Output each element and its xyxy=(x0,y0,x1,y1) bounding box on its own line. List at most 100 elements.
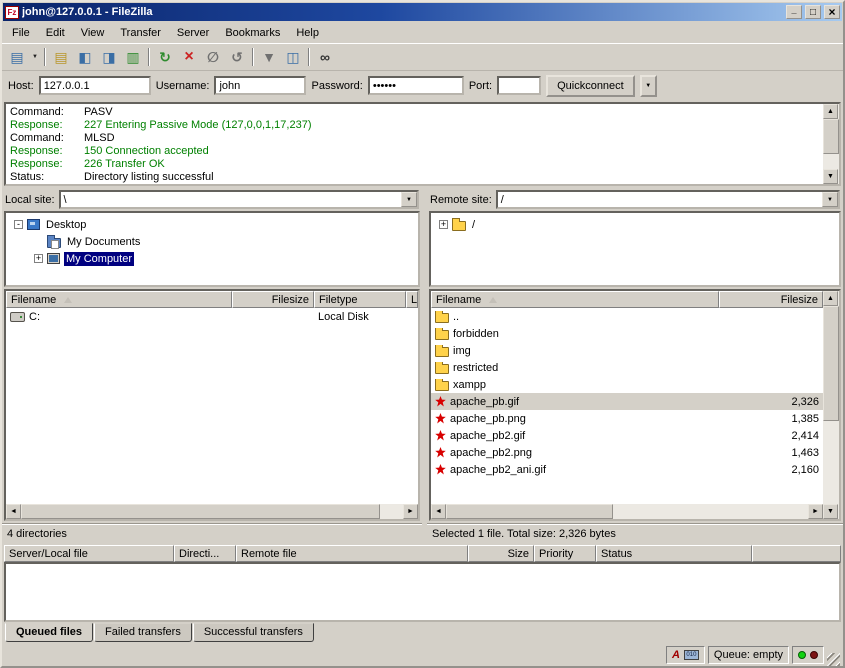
local-list-body[interactable]: C: Local Disk xyxy=(6,308,418,504)
column-filename[interactable]: Filename xyxy=(431,291,719,308)
toggle-log-icon[interactable]: ▤ xyxy=(49,46,73,68)
collapse-icon[interactable] xyxy=(14,220,23,229)
remote-file-row[interactable]: .. xyxy=(431,308,823,325)
remote-file-row[interactable]: img xyxy=(431,342,823,359)
remote-file-row[interactable]: apache_pb2.png 1,463 xyxy=(431,444,823,461)
scroll-thumb[interactable] xyxy=(21,504,380,519)
tab-failed-transfers[interactable]: Failed transfers xyxy=(94,623,192,642)
remote-tree[interactable]: / xyxy=(429,211,841,287)
tab-queued-files[interactable]: Queued files xyxy=(5,623,93,642)
stop-icon[interactable]: × xyxy=(177,46,201,68)
column-direction[interactable]: Directi... xyxy=(174,545,236,562)
toggle-local-tree-icon[interactable]: ◧ xyxy=(73,46,97,68)
column-priority[interactable]: Priority xyxy=(534,545,596,562)
host-input[interactable] xyxy=(39,76,151,95)
tree-item-my-documents[interactable]: My Documents xyxy=(8,233,416,250)
column-filetype[interactable]: Filetype xyxy=(314,291,406,308)
scroll-track[interactable] xyxy=(446,504,808,519)
tree-item-label[interactable]: / xyxy=(470,218,477,232)
remote-list-body[interactable]: .. forbidden img restricted xyxy=(431,308,823,504)
tab-successful-transfers[interactable]: Successful transfers xyxy=(193,623,314,642)
log-line: Command: MLSD xyxy=(10,132,821,145)
scroll-up-icon[interactable]: ▲ xyxy=(823,291,838,306)
remote-site-combobox[interactable]: / ▼ xyxy=(496,190,840,209)
tree-item-desktop[interactable]: Desktop xyxy=(8,216,416,233)
local-tree[interactable]: Desktop My Documents My Computer xyxy=(4,211,420,287)
maximize-button[interactable] xyxy=(805,5,821,19)
site-manager-icon[interactable]: ▤ xyxy=(5,46,29,68)
queue-body[interactable] xyxy=(4,562,841,622)
local-site-combobox[interactable]: \ ▼ xyxy=(59,190,419,209)
scroll-thumb[interactable] xyxy=(446,504,613,519)
quickconnect-dropdown-icon[interactable]: ▼ xyxy=(640,75,657,97)
local-file-row[interactable]: C: Local Disk xyxy=(6,308,418,325)
scroll-thumb[interactable] xyxy=(823,306,839,421)
scroll-right-icon[interactable]: ► xyxy=(403,504,418,519)
minimize-button[interactable] xyxy=(786,5,802,19)
scroll-down-icon[interactable]: ▼ xyxy=(823,169,838,184)
tree-item-label[interactable]: My Documents xyxy=(65,235,142,249)
scroll-up-icon[interactable]: ▲ xyxy=(823,104,838,119)
scroll-left-icon[interactable]: ◄ xyxy=(431,504,446,519)
scroll-track[interactable] xyxy=(823,306,839,504)
compare-icon[interactable]: ◫ xyxy=(281,46,305,68)
tree-item-my-computer[interactable]: My Computer xyxy=(8,250,416,267)
scroll-thumb[interactable] xyxy=(823,119,839,154)
menu-help[interactable]: Help xyxy=(288,24,327,42)
menu-server[interactable]: Server xyxy=(169,24,217,42)
menu-transfer[interactable]: Transfer xyxy=(112,24,169,42)
quickconnect-button[interactable]: Quickconnect xyxy=(546,75,635,97)
remote-hscrollbar[interactable]: ◄ ► xyxy=(431,504,823,519)
expand-icon[interactable] xyxy=(439,220,448,229)
remote-file-row-selected[interactable]: apache_pb.gif 2,326 xyxy=(431,393,823,410)
close-button[interactable] xyxy=(824,5,840,19)
menu-view[interactable]: View xyxy=(73,24,113,42)
remote-vscrollbar[interactable]: ▲ ▼ xyxy=(823,291,839,519)
tree-item-label[interactable]: My Computer xyxy=(64,252,134,266)
toggle-queue-icon[interactable]: ▥ xyxy=(121,46,145,68)
chevron-down-icon[interactable]: ▼ xyxy=(401,192,417,207)
scroll-track[interactable] xyxy=(21,504,403,519)
expand-icon[interactable] xyxy=(34,254,43,263)
file-name: C: xyxy=(29,311,40,323)
scroll-down-icon[interactable]: ▼ xyxy=(823,504,838,519)
scroll-track[interactable] xyxy=(823,119,839,169)
folder-icon xyxy=(435,313,449,323)
column-remote-file[interactable]: Remote file xyxy=(236,545,468,562)
scroll-right-icon[interactable]: ► xyxy=(808,504,823,519)
filter-icon[interactable]: ▼ xyxy=(257,46,281,68)
remote-file-row[interactable]: apache_pb2_ani.gif 2,160 xyxy=(431,461,823,478)
port-input[interactable] xyxy=(497,76,541,95)
column-filesize[interactable]: Filesize xyxy=(719,291,823,308)
resize-grip[interactable] xyxy=(827,653,840,666)
toggle-remote-tree-icon[interactable]: ◨ xyxy=(97,46,121,68)
tree-item-root[interactable]: / xyxy=(433,216,837,233)
log-scrollbar[interactable]: ▲ ▼ xyxy=(823,104,839,184)
remote-file-row[interactable]: forbidden xyxy=(431,325,823,342)
disconnect-icon[interactable]: ∅ xyxy=(201,46,225,68)
column-server-local-file[interactable]: Server/Local file xyxy=(4,545,174,562)
remote-file-row[interactable]: xampp xyxy=(431,376,823,393)
column-last-modified[interactable]: L xyxy=(406,291,418,308)
menu-edit[interactable]: Edit xyxy=(38,24,73,42)
chevron-down-icon[interactable]: ▼ xyxy=(822,192,838,207)
titlebar[interactable]: Fz john@127.0.0.1 - FileZilla xyxy=(3,3,842,21)
password-input[interactable] xyxy=(368,76,464,95)
menu-bookmarks[interactable]: Bookmarks xyxy=(217,24,288,42)
site-manager-dropdown-icon[interactable]: ▼ xyxy=(29,46,41,68)
column-filename[interactable]: Filename xyxy=(6,291,232,308)
remote-file-row[interactable]: restricted xyxy=(431,359,823,376)
scroll-left-icon[interactable]: ◄ xyxy=(6,504,21,519)
column-status[interactable]: Status xyxy=(596,545,752,562)
refresh-icon[interactable]: ↻ xyxy=(153,46,177,68)
remote-file-row[interactable]: apache_pb2.gif 2,414 xyxy=(431,427,823,444)
tree-item-label[interactable]: Desktop xyxy=(44,218,88,232)
reconnect-icon[interactable]: ↺ xyxy=(225,46,249,68)
column-filesize[interactable]: Filesize xyxy=(232,291,314,308)
find-icon[interactable]: ∞ xyxy=(313,46,337,68)
column-size[interactable]: Size xyxy=(468,545,534,562)
remote-file-row[interactable]: apache_pb.png 1,385 xyxy=(431,410,823,427)
username-input[interactable] xyxy=(214,76,306,95)
local-hscrollbar[interactable]: ◄ ► xyxy=(6,504,418,519)
menu-file[interactable]: File xyxy=(4,24,38,42)
